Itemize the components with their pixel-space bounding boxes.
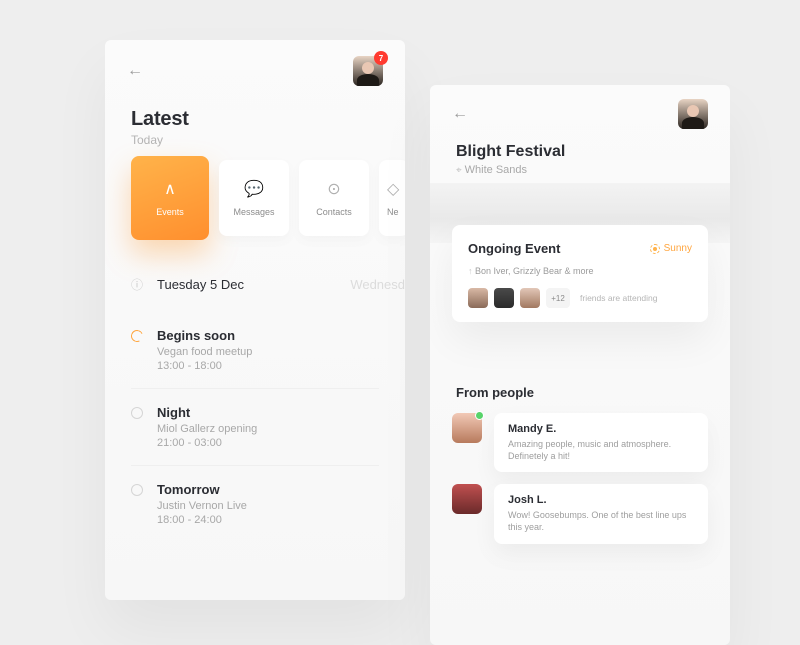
attendees-row[interactable]: +12 friends are attending <box>468 288 692 308</box>
back-button[interactable]: ← <box>452 105 468 123</box>
events-list: Begins soon Vegan food meetup 13:00 - 18… <box>131 312 379 542</box>
review-avatar <box>452 484 482 514</box>
event-time: 21:00 - 03:00 <box>157 437 257 449</box>
tab-label: Events <box>156 207 184 217</box>
event-desc: Miol Gallerz opening <box>157 423 257 435</box>
review-bubble: Mandy E. Amazing people, music and atmos… <box>494 413 708 472</box>
tab-events[interactable]: ∧ Events <box>131 156 209 240</box>
review-item[interactable]: Mandy E. Amazing people, music and atmos… <box>452 413 708 472</box>
status-icon <box>129 328 144 343</box>
review-item[interactable]: Josh L. Wow! Goosebumps. One of the best… <box>452 484 708 543</box>
event-detail-screen: ← Blight Festival White Sands Ongoing Ev… <box>430 85 730 645</box>
date-selector[interactable]: ⓘ Tuesday 5 Dec Wednesd <box>131 276 405 293</box>
event-time: 13:00 - 18:00 <box>157 360 252 372</box>
attendee-text: friends are attending <box>580 293 658 303</box>
profile-button[interactable]: 7 <box>353 56 383 86</box>
event-time: 18:00 - 24:00 <box>157 514 247 526</box>
messages-icon: 💬 <box>244 179 264 199</box>
event-label: Tomorrow <box>157 482 247 497</box>
weather-label: Sunny <box>664 243 692 254</box>
contacts-icon: ⊙ <box>327 179 340 199</box>
event-title: Blight Festival <box>456 143 565 161</box>
next-date: Wednesd <box>350 277 405 292</box>
review-text: Wow! Goosebumps. One of the best line up… <box>508 509 694 533</box>
category-tabs: ∧ Events 💬 Messages ⊙ Contacts ◇ Ne <box>131 160 405 240</box>
review-avatar <box>452 413 482 443</box>
current-date: Tuesday 5 Dec <box>157 277 244 292</box>
subtitle-text: Today <box>131 133 189 147</box>
tab-messages[interactable]: 💬 Messages <box>219 160 289 236</box>
lineup-text: Bon Iver, Grizzly Bear & more <box>468 266 692 276</box>
status-icon <box>131 407 143 419</box>
tab-label: Contacts <box>316 207 352 217</box>
tab-next[interactable]: ◇ Ne <box>379 160 405 236</box>
review-name: Mandy E. <box>508 423 694 435</box>
notification-badge: 7 <box>374 51 388 65</box>
status-icon <box>131 484 143 496</box>
attendee-avatar <box>468 288 488 308</box>
title-text: Latest <box>131 108 189 131</box>
event-item[interactable]: Begins soon Vegan food meetup 13:00 - 18… <box>131 312 379 389</box>
reviews-list: Mandy E. Amazing people, music and atmos… <box>452 413 708 544</box>
section-heading: From people <box>456 385 534 400</box>
profile-button[interactable] <box>678 99 708 129</box>
attendee-more: +12 <box>546 288 570 308</box>
event-desc: Justin Vernon Live <box>157 500 247 512</box>
tab-contacts[interactable]: ⊙ Contacts <box>299 160 369 236</box>
event-label: Night <box>157 405 257 420</box>
event-item[interactable]: Night Miol Gallerz opening 21:00 - 03:00 <box>131 389 379 466</box>
sun-icon <box>650 244 660 254</box>
page-title: Latest Today <box>131 108 189 147</box>
event-label: Begins soon <box>157 328 252 343</box>
events-icon: ∧ <box>164 179 176 199</box>
ongoing-card[interactable]: Ongoing Event Sunny Bon Iver, Grizzly Be… <box>452 225 708 322</box>
review-name: Josh L. <box>508 494 694 506</box>
review-text: Amazing people, music and atmosphere. De… <box>508 438 694 462</box>
info-icon: ⓘ <box>131 276 143 293</box>
weather-badge: Sunny <box>650 243 692 254</box>
attendee-avatar <box>494 288 514 308</box>
event-item[interactable]: Tomorrow Justin Vernon Live 18:00 - 24:0… <box>131 466 379 542</box>
event-desc: Vegan food meetup <box>157 346 252 358</box>
tab-label: Ne <box>387 207 399 217</box>
back-button[interactable]: ← <box>127 62 143 80</box>
tab-label: Messages <box>233 207 274 217</box>
attendee-avatar <box>520 288 540 308</box>
avatar <box>678 99 708 129</box>
review-bubble: Josh L. Wow! Goosebumps. One of the best… <box>494 484 708 543</box>
more-icon: ◇ <box>387 179 399 199</box>
feed-screen: ← 7 Latest Today ∧ Events 💬 Messages ⊙ C… <box>105 40 405 600</box>
event-location: White Sands <box>456 164 565 176</box>
event-header: Blight Festival White Sands <box>456 143 565 176</box>
card-heading: Ongoing Event <box>468 241 560 256</box>
